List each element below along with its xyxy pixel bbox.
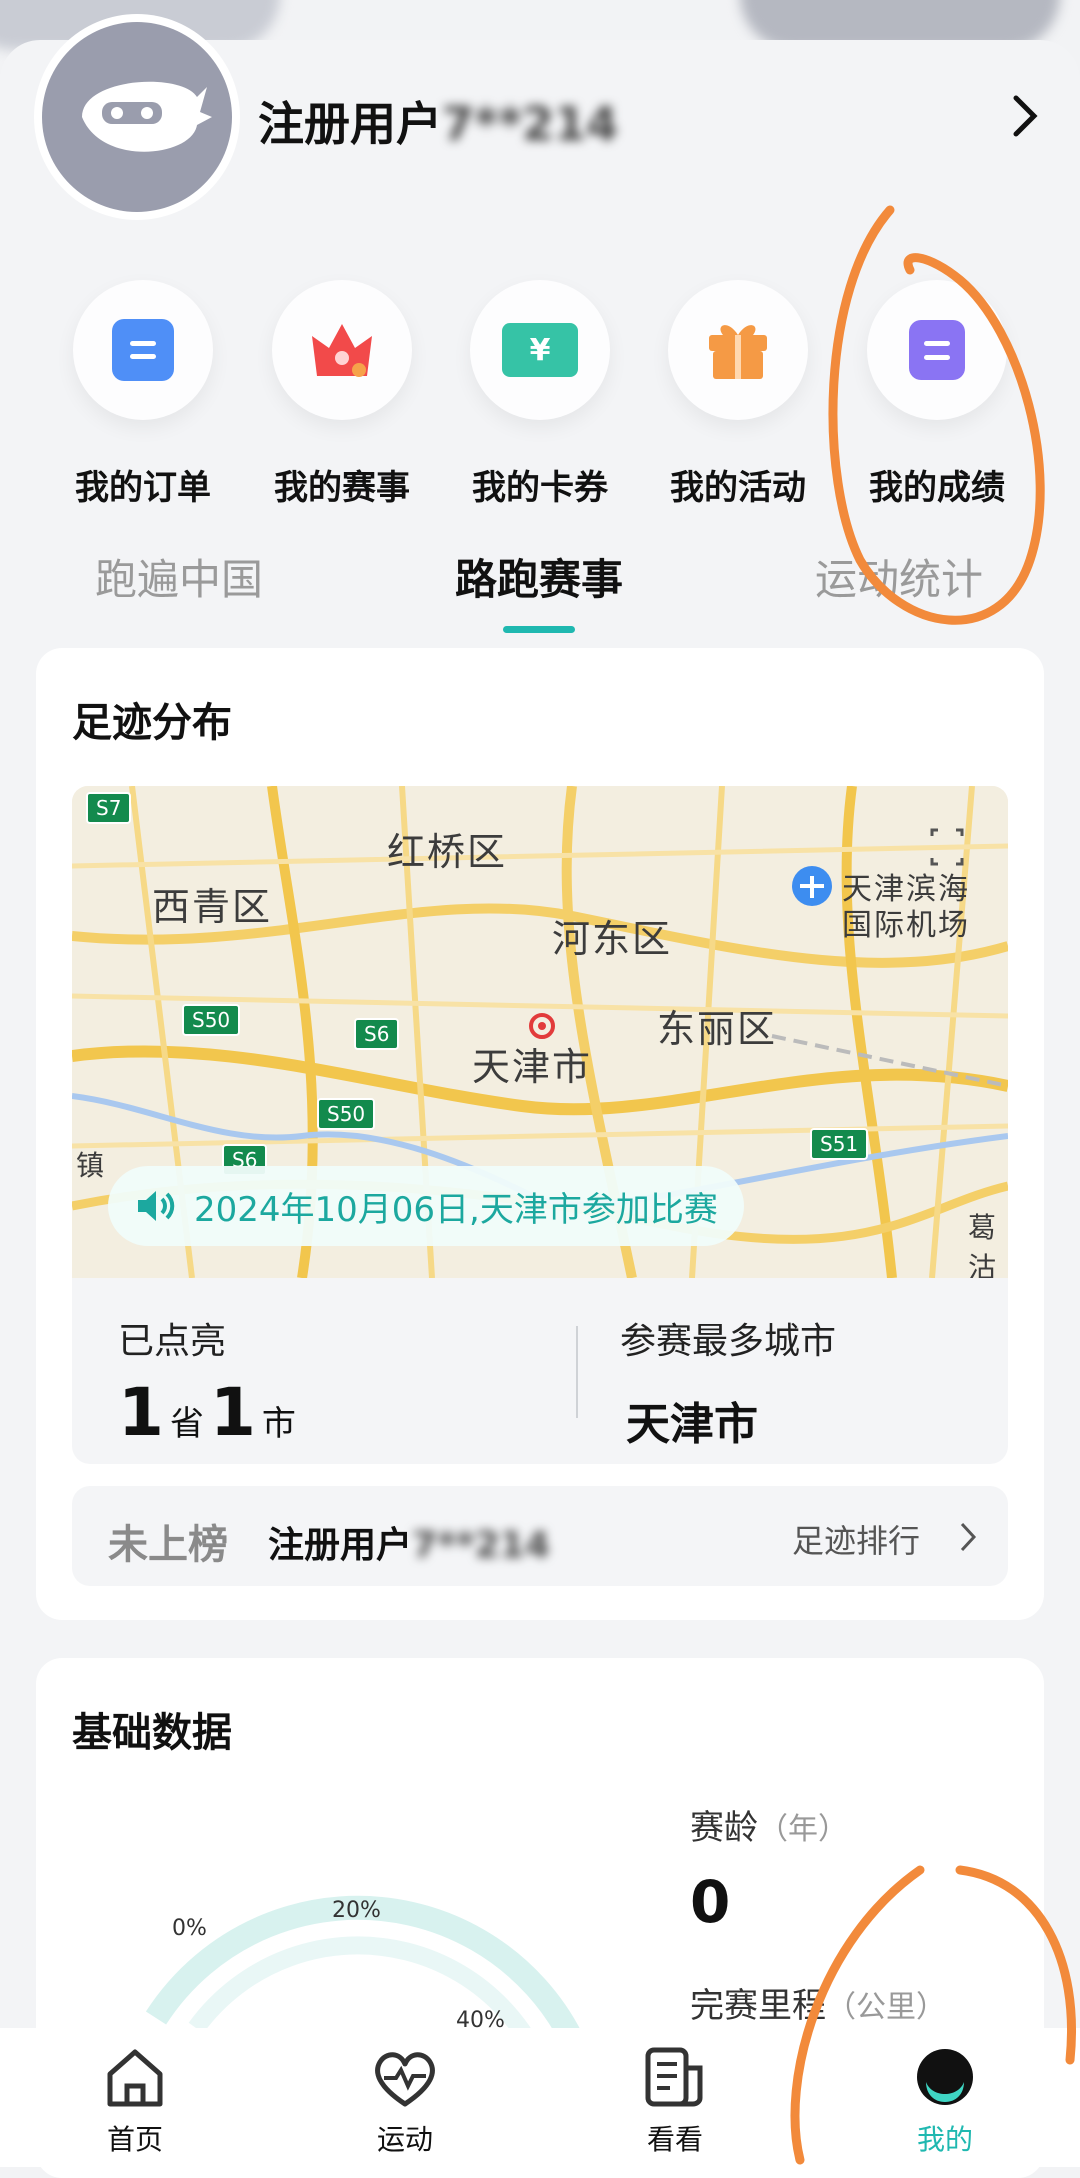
score-icon [909, 320, 965, 380]
map-label: 葛沽 [968, 1211, 999, 1278]
profile-face-icon [917, 2049, 973, 2105]
map-label: 红桥区 [387, 830, 508, 874]
nav-browse[interactable]: 看看 [605, 2042, 745, 2158]
highway-shield: S51 [810, 1128, 869, 1160]
tab-indicator [503, 626, 575, 633]
top-city-value: 天津市 [626, 1399, 758, 1450]
highway-shield: S7 [86, 792, 132, 824]
finish-distance-label: 完赛里程（公里） [690, 1986, 946, 2026]
nav-label: 运动 [376, 2123, 433, 2156]
gauge-tick: 0% [172, 1916, 207, 1941]
footprint-map[interactable]: 西青区 红桥区 河东区 东丽区 天津市 天津滨海 国际机场 镇 葛沽 S7 S5… [72, 786, 1008, 1278]
tab-run-china[interactable]: 跑遍中国 [95, 546, 263, 607]
nav-label: 首页 [106, 2123, 163, 2156]
crown-icon [312, 324, 372, 377]
gauge-tick: 20% [332, 1898, 381, 1923]
shortcut-my-activities[interactable]: 我的活动 [658, 280, 818, 509]
race-notice: 2024年10月06日,天津市参加比赛 [108, 1166, 744, 1246]
highway-shield: S50 [182, 1004, 241, 1036]
lit-count: 1 省1 市 [118, 1374, 296, 1451]
coupon-icon: ¥ [502, 323, 578, 377]
nav-home[interactable]: 首页 [65, 2042, 205, 2158]
map-label: 西青区 [152, 885, 273, 929]
map-label: 东丽区 [657, 1007, 778, 1051]
map-label: 镇 [76, 1149, 107, 1182]
map-label: 天津市 [472, 1045, 593, 1089]
tab-sport-stats[interactable]: 运动统计 [815, 546, 983, 607]
profile-chevron-icon[interactable] [1010, 92, 1040, 152]
nav-label: 我的 [916, 2123, 973, 2156]
shortcut-my-coupons[interactable]: ¥ 我的卡券 [460, 280, 620, 509]
lit-label: 已点亮 [118, 1321, 227, 1362]
shortcut-label: 我的活动 [670, 468, 806, 508]
heart-pulse-icon [375, 2052, 435, 2107]
footprint-stats: 已点亮 1 省1 市 参赛最多城市 天津市 [72, 1278, 1008, 1464]
stats-divider [576, 1326, 578, 1418]
bottom-nav: 首页 运动 看看 我的 [0, 2028, 1080, 2167]
shortcut-label: 我的赛事 [274, 468, 410, 508]
speaker-icon [138, 1191, 175, 1221]
nav-label: 看看 [646, 2123, 703, 2156]
nav-sport[interactable]: 运动 [335, 2042, 475, 2158]
home-icon [107, 2049, 163, 2107]
highway-shield: S50 [317, 1098, 376, 1130]
rank-status: 未上榜 [108, 1522, 228, 1568]
rank-username: 注册用户7**214 [268, 1525, 550, 1566]
footprint-rank-row[interactable]: 未上榜 注册用户7**214 足迹排行 [72, 1486, 1008, 1586]
map-label: 河东区 [552, 917, 673, 961]
footprint-card: 足迹分布 西青区 红桥区 河东区 东丽区 天津市 天津滨海 国际机场 镇 葛沽 … [36, 648, 1044, 1620]
ninja-avatar-icon [82, 81, 212, 152]
highway-shield: S6 [354, 1018, 400, 1050]
shortcut-label: 我的卡券 [472, 468, 608, 508]
top-city-label: 参赛最多城市 [620, 1321, 837, 1362]
chevron-right-icon [960, 1522, 977, 1552]
shortcut-my-events[interactable]: 我的赛事 [262, 280, 422, 509]
footprint-title: 足迹分布 [72, 700, 232, 746]
username[interactable]: 注册用户7**214 [258, 88, 618, 154]
shortcut-my-orders[interactable]: 我的订单 [63, 280, 223, 509]
map-label: 国际机场 [842, 908, 970, 943]
footprint-rank-link[interactable]: 足迹排行 [792, 1516, 920, 1562]
shortcut-my-scores[interactable]: 我的成绩 [857, 280, 1017, 509]
race-age-value: 0 [690, 1868, 731, 1936]
race-age-label: 赛龄（年） [690, 1808, 848, 1848]
shortcut-label: 我的订单 [75, 468, 211, 508]
shortcut-label: 我的成绩 [869, 468, 1005, 508]
order-icon [112, 319, 174, 381]
nav-mine[interactable]: 我的 [875, 2042, 1015, 2158]
news-icon [645, 2047, 703, 2107]
basic-data-title: 基础数据 [72, 1710, 232, 1756]
gift-icon [709, 325, 767, 379]
tab-road-races[interactable]: 路跑赛事 [455, 546, 623, 607]
notice-text: 2024年10月06日,天津市参加比赛 [194, 1189, 718, 1230]
avatar[interactable] [34, 14, 240, 220]
